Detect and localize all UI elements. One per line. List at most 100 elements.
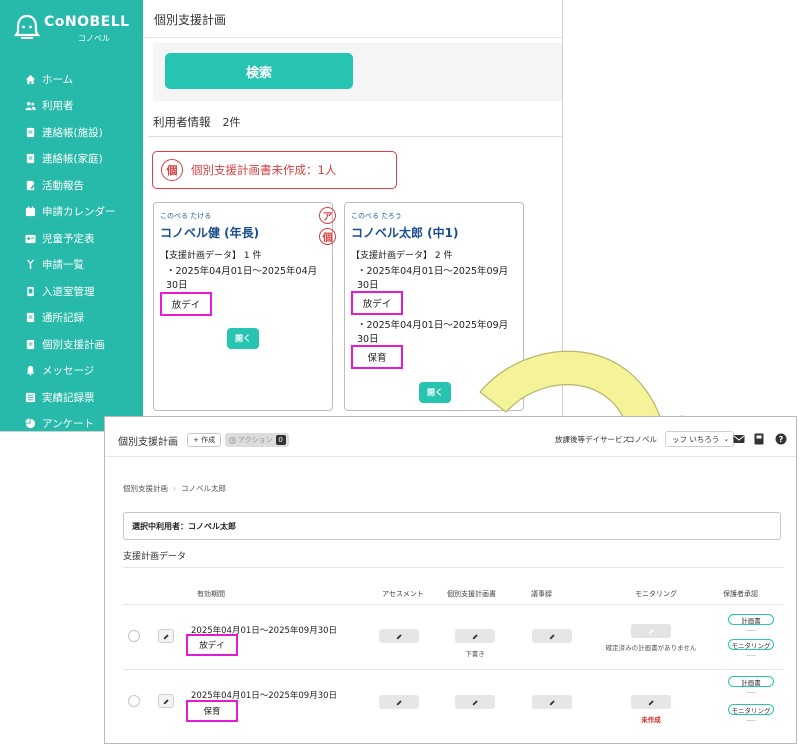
bell-icon (24, 365, 36, 377)
plan-mark: 個 (319, 228, 336, 245)
minutes-edit-button[interactable] (532, 695, 572, 709)
edit-period-button[interactable] (158, 629, 174, 643)
plan-doc-edit-button[interactable] (455, 629, 495, 643)
approval-monitoring-pill: モニタリング (728, 639, 774, 650)
user-name: コノベル健 (年長) (160, 226, 260, 240)
users-icon (24, 100, 36, 112)
edit-icon (549, 699, 555, 705)
missing-plan-alert: 個 個別支援計画書未作成：1人 (152, 151, 397, 189)
divider (148, 136, 562, 137)
divider (123, 567, 783, 568)
sidebar-item-notebook-home[interactable]: 連絡帳(家庭) (0, 146, 143, 173)
sidebar: CoNOBELL コノベル ホーム 利用者 連絡帳(施設) 連絡帳(家庭) 活動… (0, 0, 143, 431)
column-header-period: 有効期間 (197, 590, 225, 598)
door-icon (24, 285, 36, 297)
sidebar-item-label: 活動報告 (42, 179, 84, 192)
service-tag: 放デイ (351, 291, 403, 315)
brand-name: CoNOBELL (44, 14, 130, 30)
minutes-edit-button[interactable] (532, 629, 572, 643)
column-header-monitoring: モニタリング (635, 590, 677, 598)
sidebar-item-label: アンケート (42, 418, 95, 431)
brand-logo[interactable]: CoNOBELL コノベル (14, 12, 134, 48)
home-icon (24, 73, 36, 85)
approval-plan-pill: 計画書 (728, 676, 774, 687)
monitoring-edit-button[interactable] (631, 624, 671, 638)
plan-period: ・2025年04月01日～2025年04月 30日 (166, 265, 331, 293)
search-button[interactable]: 検索 (165, 53, 353, 89)
table-icon (24, 391, 36, 403)
service-tag: 放デイ (160, 292, 212, 316)
help-icon[interactable]: ? (775, 433, 787, 445)
monitoring-edit-button[interactable] (631, 695, 671, 709)
calendar-icon (24, 206, 36, 218)
schedule-icon (24, 232, 36, 244)
monitoring-status: 未作成 (641, 716, 661, 724)
sidebar-item-home[interactable]: ホーム (0, 66, 143, 93)
divider (123, 669, 783, 670)
sidebar-item-attendance-record[interactable]: 通所記録 (0, 305, 143, 332)
column-header-approval: 保護者承認 (723, 590, 758, 598)
sidebar-item-request-list[interactable]: 申請一覧 (0, 252, 143, 279)
user-menu[interactable]: ッフ いちろう ⌄ (665, 431, 735, 447)
sidebar-item-activity-report[interactable]: 活動報告 (0, 172, 143, 199)
breadcrumb: 個別支援計画 › コノベル太郎 (123, 483, 226, 494)
office-name: コノベル (627, 435, 657, 444)
user-kana: このべる たける (160, 212, 212, 220)
plan-doc-edit-button[interactable] (455, 695, 495, 709)
mail-icon[interactable] (733, 433, 745, 445)
column-header-assessment: アセスメント (382, 590, 424, 598)
create-button[interactable]: + 作成 (187, 433, 222, 447)
open-button[interactable]: 開く (419, 382, 451, 403)
user-kana: このべる たろう (351, 212, 402, 220)
chevron-right-icon: › (173, 484, 176, 493)
svg-text:?: ? (779, 435, 784, 444)
page-title: 個別支援計画 (118, 437, 178, 448)
sidebar-item-message[interactable]: メッセージ (0, 358, 143, 385)
sidebar-item-entry-exit[interactable]: 入退室管理 (0, 278, 143, 305)
plan-count: 【支援計画データ】 2 件 (351, 251, 453, 261)
page-title: 個別支援計画 (154, 13, 227, 27)
sidebar-item-request-calendar[interactable]: 申請カレンダー (0, 199, 143, 226)
assessment-edit-button[interactable] (379, 695, 419, 709)
user-info-heading: 利用者情報 2件 (153, 114, 241, 130)
edit-icon (648, 628, 654, 634)
breadcrumb-root[interactable]: 個別支援計画 (123, 484, 168, 493)
row-select-radio[interactable] (128, 630, 140, 642)
plan-badge: 個 (161, 159, 183, 181)
sidebar-item-users[interactable]: 利用者 (0, 93, 143, 120)
row-select-radio[interactable] (128, 695, 140, 707)
book-icon[interactable] (753, 433, 765, 445)
record-icon (24, 312, 36, 324)
breadcrumb-current: コノベル太郎 (181, 484, 226, 493)
sidebar-nav: ホーム 利用者 連絡帳(施設) 連絡帳(家庭) 活動報告 申請カレンダー 児童予… (0, 66, 143, 431)
divider (123, 604, 783, 605)
plan-count: 【支援計画データ】 1 件 (160, 251, 262, 261)
edit-icon (549, 633, 555, 639)
sidebar-item-label: メッセージ (42, 365, 95, 378)
sidebar-item-performance-record[interactable]: 実績記録票 (0, 384, 143, 411)
bell-logo-icon (14, 14, 40, 39)
column-header-minutes: 議事録 (531, 590, 552, 598)
sidebar-item-child-schedule[interactable]: 児童予定表 (0, 225, 143, 252)
action-button[interactable]: アクション 0 (225, 433, 289, 447)
assessment-edit-button[interactable] (379, 629, 419, 643)
column-header-plan-doc: 個別支援計画書 (447, 590, 496, 598)
user-name: ッフ いちろう (672, 434, 720, 444)
sidebar-item-support-plan[interactable]: 個別支援計画 (0, 331, 143, 358)
plan-period-line1: ・2025年04月01日～2025年04月 (166, 266, 318, 277)
sidebar-item-label: 入退室管理 (42, 285, 95, 298)
open-button[interactable]: 開く (227, 328, 259, 349)
user-info-count: 2件 (222, 116, 241, 129)
selected-user-field[interactable]: 選択中利用者：コノベル太郎 (123, 512, 781, 540)
brand-sub: コノベル (78, 34, 110, 43)
sidebar-item-label: 実績記録票 (42, 391, 95, 404)
approval-monitoring-pill: モニタリング (728, 704, 774, 715)
sidebar-item-notebook-facility[interactable]: 連絡帳(施設) (0, 119, 143, 146)
section-title: 支援計画データ (123, 552, 187, 562)
report-icon (24, 179, 36, 191)
pie-icon (24, 418, 36, 430)
edit-period-button[interactable] (158, 694, 174, 708)
approval-monitoring-value: ---- (746, 651, 756, 659)
action-count-badge: 0 (275, 435, 286, 445)
organization-name: 放課後等デイサービス (555, 435, 630, 444)
